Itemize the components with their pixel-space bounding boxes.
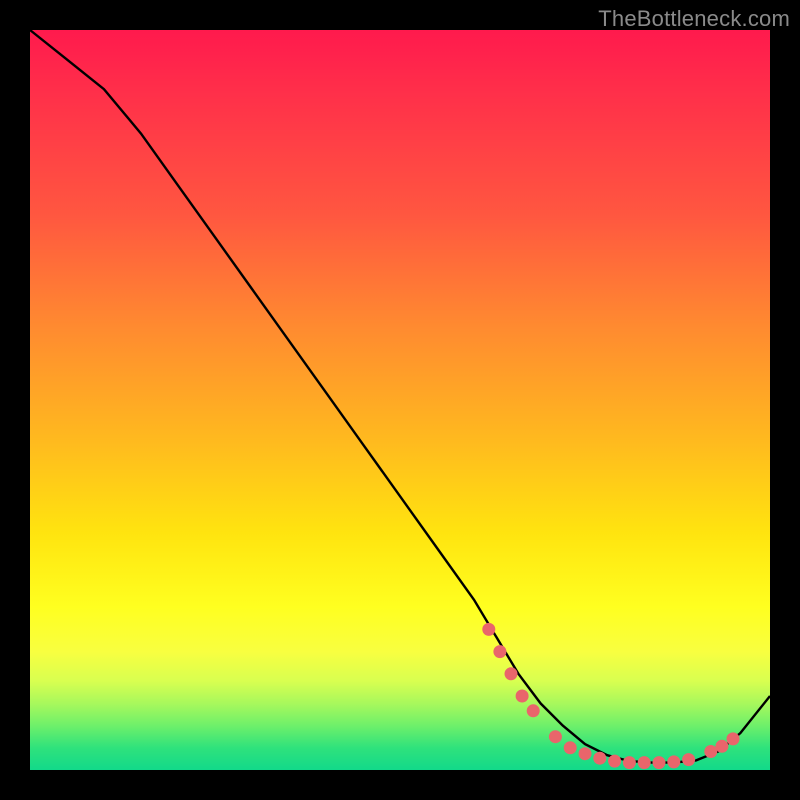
marker-dot — [579, 747, 592, 760]
marker-dot — [549, 730, 562, 743]
marker-dot — [715, 740, 728, 753]
marker-dot — [527, 704, 540, 717]
plot-area — [30, 30, 770, 770]
marker-dot — [608, 755, 621, 768]
marker-dot — [516, 690, 529, 703]
marker-dot — [482, 623, 495, 636]
bottleneck-curve — [30, 30, 770, 770]
watermark-text: TheBottleneck.com — [598, 6, 790, 32]
marker-dot — [653, 756, 666, 769]
marker-dot — [667, 755, 680, 768]
marker-dot — [505, 667, 518, 680]
marker-dot — [623, 756, 636, 769]
marker-dot — [682, 753, 695, 766]
marker-dot — [727, 732, 740, 745]
marker-dot — [638, 756, 651, 769]
curve-line — [30, 30, 770, 763]
marker-dot — [593, 752, 606, 765]
marker-dot — [493, 645, 506, 658]
marker-dot — [564, 741, 577, 754]
chart-frame: TheBottleneck.com — [0, 0, 800, 800]
marker-dot — [704, 745, 717, 758]
curve-markers — [482, 623, 739, 769]
